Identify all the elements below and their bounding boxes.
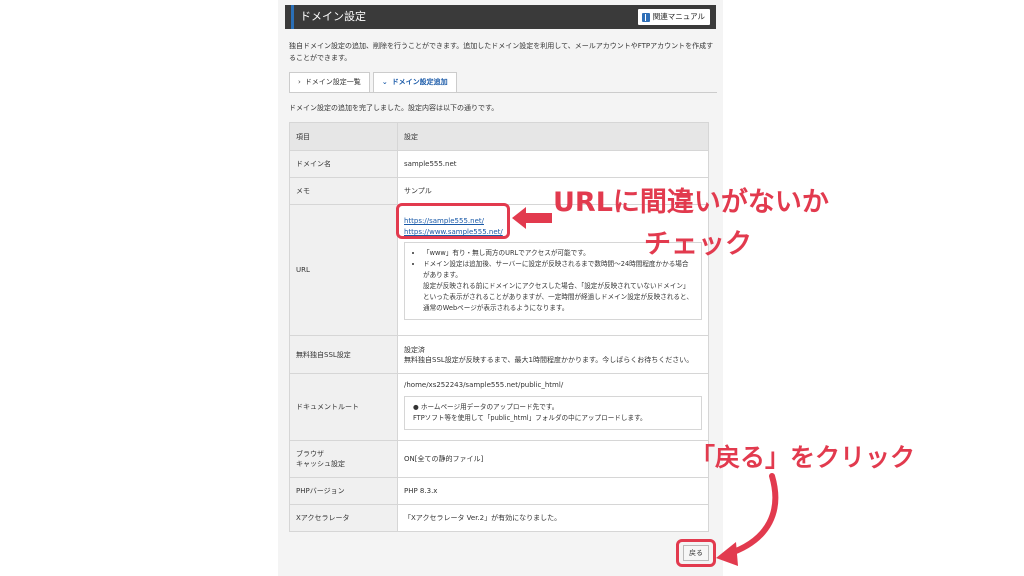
column-header-item: 項目 xyxy=(289,122,398,151)
tab-label: ドメイン設定追加 xyxy=(391,78,448,86)
back-button-highlight: 戻る xyxy=(676,539,716,567)
completion-message: ドメイン設定の追加を完了しました。設定内容は以下の通りです。 xyxy=(289,104,499,112)
row-label: Xアクセラレータ xyxy=(289,504,398,532)
arrow-left-icon xyxy=(512,207,552,229)
xaccel-value: 「Xアクセラレータ Ver.2」が有効になりました。 xyxy=(397,504,709,532)
docroot-path: /home/xs252243/sample555.net/public_html… xyxy=(404,380,564,389)
annotation-url-check: URLに間違いがないか xyxy=(553,187,829,218)
table-row: PHPバージョン PHP 8.3.x xyxy=(289,477,709,505)
tab-domain-add[interactable]: ⌄ ドメイン設定追加 xyxy=(372,72,457,93)
url-highlight-box xyxy=(396,203,510,239)
page-header: ドメイン設定 関連マニュアル xyxy=(285,5,716,29)
table-row: ドキュメントルート /home/xs252243/sample555.net/p… xyxy=(289,373,709,441)
docroot-notes: ● ホームページ用データのアップロード先です。 FTPソフト等を使用して「pub… xyxy=(404,395,702,430)
chevron-down-icon: ⌄ xyxy=(381,78,388,86)
table-row: Xアクセラレータ 「Xアクセラレータ Ver.2」が有効になりました。 xyxy=(289,504,709,532)
ssl-cell: 設定済 無料独自SSL設定が反映するまで、最大1時間程度かかります。今しばらくお… xyxy=(397,335,709,374)
cache-value: ON[全ての静的ファイル] xyxy=(397,440,709,478)
table-row: ブラウザ キャッシュ設定 ON[全ての静的ファイル] xyxy=(289,440,709,478)
url-note-text: 設定が反映される前にドメインにアクセスした場合、「設定が反映されていないドメイン… xyxy=(423,282,693,312)
annotation-check: チェック xyxy=(644,229,752,260)
ssl-note: 無料独自SSL設定が反映するまで、最大1時間程度かかります。今しばらくお待ちくだ… xyxy=(404,355,694,364)
column-header-setting: 設定 xyxy=(397,122,709,151)
row-label: メモ xyxy=(289,177,398,205)
back-button[interactable]: 戻る xyxy=(683,545,709,561)
row-label: ブラウザ キャッシュ設定 xyxy=(289,440,398,478)
row-label-line: キャッシュ設定 xyxy=(296,460,345,468)
related-manual-button[interactable]: 関連マニュアル xyxy=(637,9,710,25)
url-note-text: ドメイン設定は追加後、サーバーに設定が反映されるまで数時間〜24時間程度かかる場… xyxy=(423,260,689,279)
page-description: 独自ドメイン設定の追加、削除を行うことができます。追加したドメイン設定を利用して… xyxy=(289,42,714,62)
docroot-note: FTPソフト等を使用して「public_html」フォルダの中にアップロードしま… xyxy=(413,413,647,422)
docroot-cell: /home/xs252243/sample555.net/public_html… xyxy=(397,373,709,441)
row-label: ドキュメントルート xyxy=(289,373,398,441)
docroot-note-text: ホームページ用データのアップロード先です。 xyxy=(420,402,559,411)
ssl-status: 設定済 xyxy=(404,345,425,354)
table-row: ドメイン名 sample555.net xyxy=(289,150,709,178)
domain-value: sample555.net xyxy=(397,150,709,178)
table-header-row: 項目 設定 xyxy=(289,122,709,151)
url-note: ドメイン設定は追加後、サーバーに設定が反映されるまで数時間〜24時間程度かかる場… xyxy=(423,259,693,314)
row-label: 無料独自SSL設定 xyxy=(289,335,398,374)
page-title: ドメイン設定 xyxy=(291,5,366,29)
chevron-right-icon: › xyxy=(298,78,301,86)
row-label: ドメイン名 xyxy=(289,150,398,178)
row-label-line: ブラウザ xyxy=(296,450,324,458)
row-label: URL xyxy=(289,204,398,336)
docroot-note: ● ホームページ用データのアップロード先です。 xyxy=(413,402,559,411)
tab-domain-list[interactable]: › ドメイン設定一覧 xyxy=(289,72,370,93)
annotation-back-hint: 「戻る」をクリック xyxy=(690,443,916,472)
related-manual-label: 関連マニュアル xyxy=(652,12,705,21)
tab-bar: › ドメイン設定一覧 ⌄ ドメイン設定追加 xyxy=(289,72,457,93)
book-icon xyxy=(641,12,650,22)
table-row: 無料独自SSL設定 設定済 無料独自SSL設定が反映するまで、最大1時間程度かか… xyxy=(289,335,709,374)
tab-label: ドメイン設定一覧 xyxy=(304,78,361,86)
php-value: PHP 8.3.x xyxy=(397,477,709,505)
row-label: PHPバージョン xyxy=(289,477,398,505)
tab-divider xyxy=(289,92,717,93)
